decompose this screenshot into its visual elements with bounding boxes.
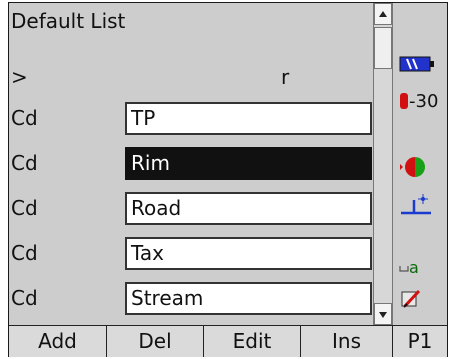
row-code: Cd bbox=[11, 151, 38, 175]
battery-level-label: -30 bbox=[409, 91, 439, 112]
list-row[interactable]: Cd Stream bbox=[9, 279, 373, 319]
list-row[interactable]: Cd Road bbox=[9, 189, 373, 229]
page-title: Default List bbox=[11, 9, 126, 33]
app-window: Default List > r Cd TP Cd Rim Cd Road Cd… bbox=[8, 2, 448, 357]
delete-button[interactable]: Del bbox=[107, 326, 204, 357]
row-value-field[interactable]: Tax bbox=[125, 237, 372, 270]
insert-button[interactable]: Ins bbox=[301, 326, 393, 357]
scroll-down-arrow-icon bbox=[379, 312, 387, 318]
red-bar-icon bbox=[400, 93, 408, 109]
status-column: -30 a bbox=[393, 3, 447, 325]
signal-icon bbox=[399, 156, 431, 182]
row-value-field[interactable]: Road bbox=[125, 192, 372, 225]
header-left-label: > bbox=[11, 65, 28, 89]
space-glyph-icon bbox=[399, 266, 409, 272]
list-row[interactable]: Cd Rim bbox=[9, 144, 373, 184]
scroll-down-button[interactable] bbox=[374, 303, 392, 325]
battery-icon bbox=[399, 55, 435, 77]
scroll-up-button[interactable] bbox=[374, 3, 392, 25]
scroll-up-arrow-icon bbox=[379, 11, 387, 17]
add-button[interactable]: Add bbox=[9, 326, 107, 357]
antenna-icon bbox=[399, 193, 433, 221]
row-code: Cd bbox=[11, 286, 38, 310]
list-panel: Default List > r Cd TP Cd Rim Cd Road Cd… bbox=[9, 3, 373, 325]
page-button[interactable]: P1 bbox=[393, 326, 447, 357]
scroll-thumb[interactable] bbox=[374, 27, 392, 69]
row-value-field[interactable]: Stream bbox=[125, 282, 372, 315]
list-row[interactable]: Cd TP bbox=[9, 99, 373, 139]
list-header: > r bbox=[9, 59, 373, 99]
vertical-scrollbar[interactable] bbox=[373, 3, 393, 325]
row-value-field-selected[interactable]: Rim bbox=[125, 147, 372, 180]
input-mode-label: a bbox=[409, 258, 419, 277]
edit-button[interactable]: Edit bbox=[204, 326, 301, 357]
row-value-field[interactable]: TP bbox=[125, 102, 372, 135]
row-code: Cd bbox=[11, 196, 38, 220]
bottom-toolbar: Add Del Edit Ins P1 bbox=[9, 325, 447, 357]
row-code: Cd bbox=[11, 241, 38, 265]
row-code: Cd bbox=[11, 106, 38, 130]
list-row[interactable]: Cd Tax bbox=[9, 234, 373, 274]
header-right-label: r bbox=[281, 65, 290, 89]
edit-pen-icon[interactable] bbox=[399, 288, 423, 314]
input-mode-indicator[interactable]: a bbox=[399, 258, 419, 277]
battery-level-readout: -30 bbox=[399, 91, 438, 112]
